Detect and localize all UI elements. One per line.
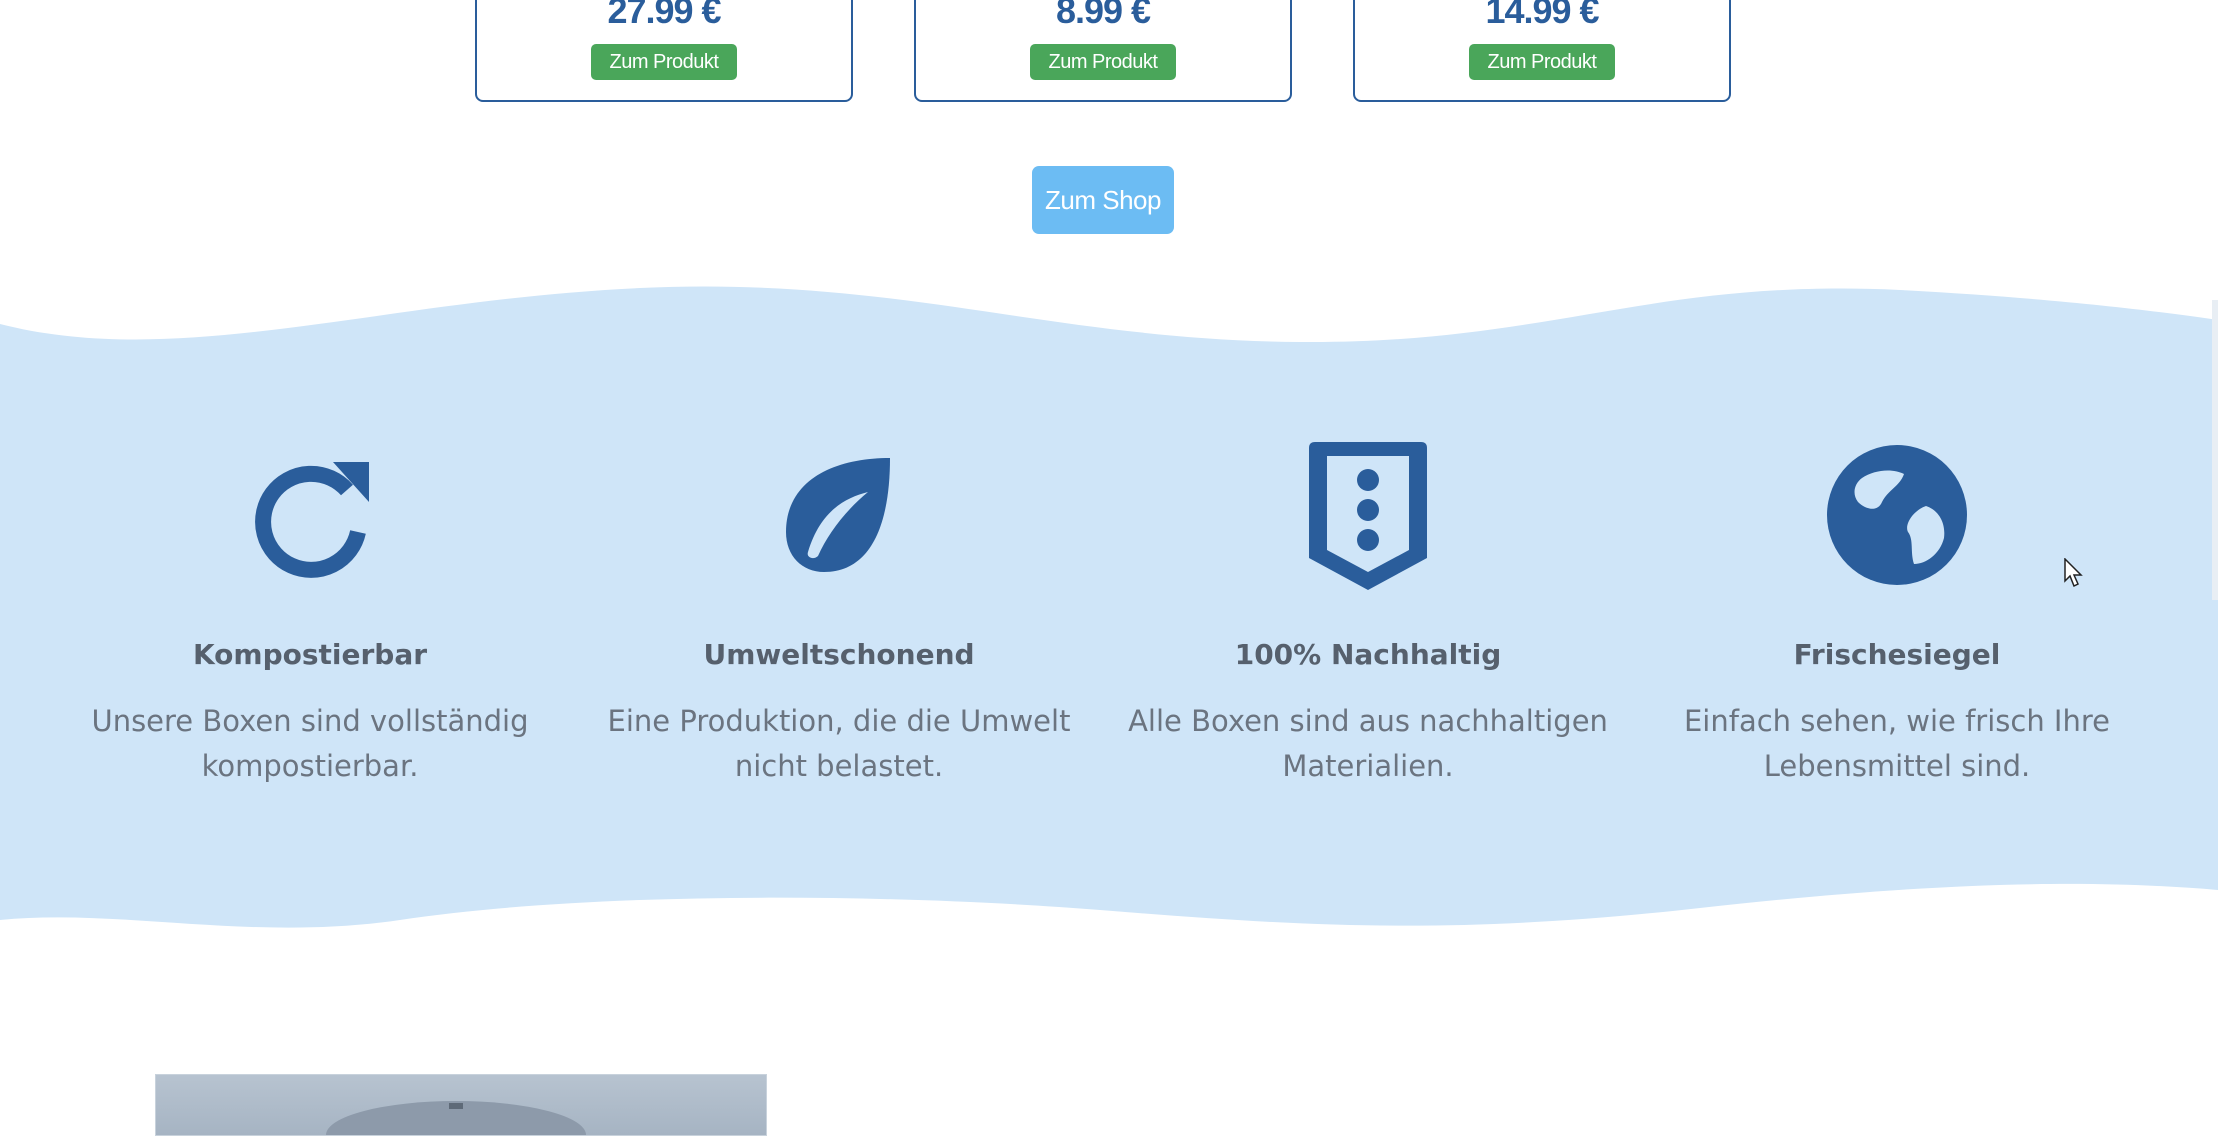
product-price: 8.99 € — [1055, 0, 1151, 31]
scrollbar[interactable] — [2212, 300, 2218, 600]
product-price: 14.99 € — [1485, 0, 1599, 31]
product-card-3: 14.99 € Zum Produkt — [1353, 0, 1731, 102]
zum-produkt-button[interactable]: Zum Produkt — [1030, 44, 1176, 80]
feature-title: Umweltschonend — [703, 638, 975, 671]
feature-title: 100% Nachhaltig — [1234, 638, 1502, 671]
product-card-2: 8.99 € Zum Produkt — [914, 0, 1292, 102]
feature-kompostierbar: Kompostierbar Unsere Boxen sind vollstän… — [70, 440, 550, 789]
product-card-1: 27.99 € Zum Produkt — [475, 0, 853, 102]
content-photo — [155, 1074, 767, 1136]
globe-icon — [1827, 445, 1967, 585]
feature-description: Alle Boxen sind aus nachhaltigen Materia… — [1128, 704, 1608, 783]
badge-dots-icon — [1309, 442, 1427, 590]
product-price: 27.99 € — [607, 0, 721, 31]
zum-produkt-button[interactable]: Zum Produkt — [591, 44, 737, 80]
feature-nachhaltig: 100% Nachhaltig Alle Boxen sind aus nach… — [1128, 440, 1608, 789]
photo-shape — [326, 1101, 586, 1135]
refresh-arrow-icon — [255, 462, 369, 578]
feature-description: Unsere Boxen sind vollständig kompostier… — [91, 704, 529, 783]
feature-title: Frischesiegel — [1793, 638, 2001, 671]
zum-shop-button[interactable]: Zum Shop — [1032, 166, 1174, 234]
feature-description: Einfach sehen, wie frisch Ihre Lebensmit… — [1683, 704, 2110, 783]
mouse-cursor-icon — [2064, 558, 2083, 588]
zum-produkt-button[interactable]: Zum Produkt — [1469, 44, 1615, 80]
feature-title: Kompostierbar — [192, 638, 428, 671]
feature-umweltschonend: Umweltschonend Eine Produktion, die die … — [599, 440, 1079, 789]
leaf-icon — [786, 458, 890, 572]
feature-frischesiegel: Frischesiegel Einfach sehen, wie frisch … — [1657, 440, 2137, 789]
feature-description: Eine Produktion, die die Umwelt nicht be… — [607, 704, 1071, 783]
